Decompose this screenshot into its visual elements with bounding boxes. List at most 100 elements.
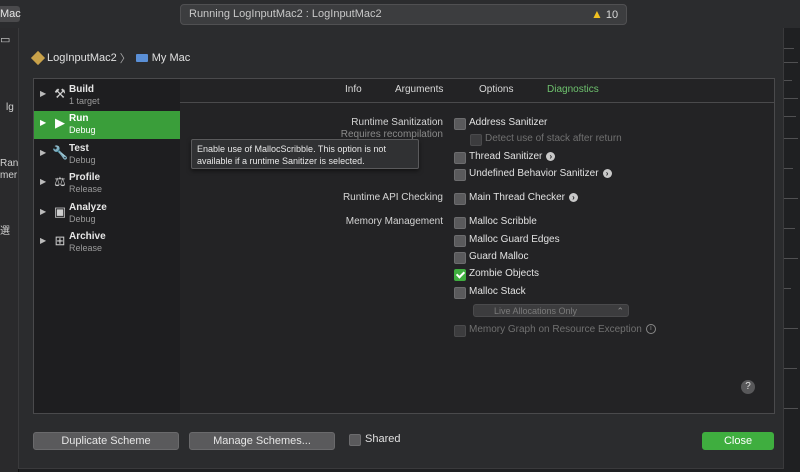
ub-sanitizer-row: Undefined Behavior Sanitizer › [469, 168, 612, 179]
memory-management-label: Memory Management [345, 216, 443, 227]
memory-graph-checkbox[interactable] [454, 325, 466, 337]
scheme-action-run[interactable]: ▶ ▶ Run Debug [34, 111, 181, 139]
malloc-stack-label: Malloc Stack [469, 286, 526, 297]
instruments-icon: ⚖ [54, 174, 66, 189]
scheme-action-profile[interactable]: ▶ ⚖ Profile Release [34, 170, 181, 198]
minimap [782, 28, 800, 472]
disclosure-triangle-icon[interactable]: ▶ [40, 177, 46, 186]
action-name: Build [69, 84, 94, 95]
address-sanitizer-label: Address Sanitizer [469, 117, 548, 128]
action-configuration: Release [69, 243, 103, 253]
memory-graph-label: Memory Graph on Resource Exception [469, 324, 642, 335]
warning-icon: ▲ [591, 7, 603, 21]
detect-stack-checkbox[interactable] [470, 134, 482, 146]
action-name: Analyze [69, 202, 107, 213]
malloc-scribble-label: Malloc Scribble [469, 216, 537, 227]
main-thread-checker-row: Main Thread Checker › [469, 192, 578, 203]
memory-graph-row: Memory Graph on Resource Exception i [469, 324, 656, 335]
scheme-mac-label[interactable]: Mac [0, 6, 21, 22]
arrow-right-circle-icon[interactable]: › [546, 151, 556, 161]
tab-arguments[interactable]: Arguments [395, 84, 443, 95]
manage-schemes-button[interactable]: Manage Schemes... [189, 432, 335, 450]
info-icon[interactable]: i [645, 324, 656, 335]
chevron-updown-icon: ⌃ [616, 306, 624, 316]
breadcrumb-device[interactable]: My Mac [152, 52, 191, 64]
disclosure-triangle-icon[interactable]: ▶ [40, 207, 46, 216]
guard-malloc-label: Guard Malloc [469, 251, 529, 262]
thread-sanitizer-label: Thread Sanitizer [469, 151, 543, 162]
chat-icon: ▭ [0, 34, 11, 46]
guard-malloc-checkbox[interactable] [454, 252, 466, 264]
action-name: Run [69, 113, 89, 124]
analyze-icon: ▣ [53, 204, 67, 219]
address-sanitizer-checkbox[interactable] [454, 118, 466, 130]
action-configuration: 1 target [69, 96, 100, 106]
activity-status-bar: Running LogInputMac2 : LogInputMac2 ▲ 10 [180, 4, 627, 25]
runtime-sanitization-label: Runtime Sanitization [351, 117, 443, 128]
ub-sanitizer-label: Undefined Behavior Sanitizer [469, 168, 599, 179]
wrench-icon: 🔧 [52, 145, 69, 160]
mac-icon [135, 54, 148, 62]
action-configuration: Release [69, 184, 103, 194]
scheme-action-archive[interactable]: ▶ ⊞ Archive Release [34, 229, 181, 257]
malloc-stack-checkbox[interactable] [454, 287, 466, 299]
main-thread-checker-checkbox[interactable] [454, 193, 466, 205]
archive-icon: ⊞ [54, 233, 66, 248]
action-name: Test [69, 143, 89, 154]
malloc-guard-edges-checkbox[interactable] [454, 235, 466, 247]
action-configuration: Debug [69, 214, 96, 224]
disclosure-triangle-icon[interactable]: ▶ [40, 118, 46, 127]
bg-fragment: mer [0, 170, 18, 181]
bg-fragment: lg [6, 102, 14, 113]
breadcrumb: LogInputMac2 〉 My Mac [30, 50, 191, 66]
breadcrumb-target[interactable]: LogInputMac2 [47, 52, 117, 64]
disclosure-triangle-icon[interactable]: ▶ [40, 148, 46, 157]
malloc-guard-edges-label: Malloc Guard Edges [469, 234, 560, 245]
tab-options[interactable]: Options [479, 84, 513, 95]
tab-diagnostics[interactable]: Diagnostics [547, 84, 599, 95]
bg-fragment: Ran [0, 158, 19, 169]
navigator-strip: ▭ lg Ran mer 選 [0, 28, 19, 472]
warning-count: 10 [605, 9, 619, 21]
status-text: Running LogInputMac2 : LogInputMac2 [189, 8, 382, 20]
ub-sanitizer-checkbox[interactable] [454, 169, 466, 181]
action-name: Archive [69, 231, 106, 242]
arrow-right-circle-icon[interactable]: › [602, 168, 612, 178]
target-icon [30, 50, 46, 66]
breadcrumb-separator: 〉 [119, 53, 131, 65]
malloc-scribble-checkbox[interactable] [454, 217, 466, 229]
disclosure-triangle-icon[interactable]: ▶ [40, 236, 46, 245]
runtime-api-checking-label: Runtime API Checking [342, 192, 443, 203]
help-button[interactable]: ? [741, 380, 755, 394]
thread-sanitizer-checkbox[interactable] [454, 152, 466, 164]
hammer-icon: ⚒ [54, 86, 66, 101]
tab-bar: Info Arguments Options Diagnostics [180, 79, 774, 103]
bg-fragment: 選 [0, 226, 10, 237]
main-thread-checker-label: Main Thread Checker [469, 192, 565, 203]
scheme-action-analyze[interactable]: ▶ ▣ Analyze Debug [34, 200, 181, 228]
close-button[interactable]: Close [702, 432, 774, 450]
tab-info[interactable]: Info [345, 84, 362, 95]
scheme-editor-sheet: LogInputMac2 〉 My Mac ▶ ⚒ Build 1 target ▶ ▶ Run… [18, 28, 784, 469]
action-configuration: Debug [69, 125, 96, 135]
shared-label: Shared [365, 433, 401, 445]
malloc-stack-mode-select[interactable]: Live Allocations Only ⌃ [473, 304, 629, 317]
warning-indicator[interactable]: ▲ 10 [591, 7, 618, 21]
arrow-right-circle-icon[interactable]: › [568, 192, 578, 202]
duplicate-scheme-button[interactable]: Duplicate Scheme [33, 432, 179, 450]
shared-checkbox[interactable] [349, 434, 361, 446]
tooltip: Enable use of MallocScribble. This optio… [191, 139, 419, 169]
scheme-action-build[interactable]: ▶ ⚒ Build 1 target [34, 82, 181, 110]
action-configuration: Debug [69, 155, 96, 165]
thread-sanitizer-row: Thread Sanitizer › [469, 151, 556, 162]
zombie-objects-label: Zombie Objects [469, 268, 540, 279]
disclosure-triangle-icon[interactable]: ▶ [40, 89, 46, 98]
action-name: Profile [69, 172, 101, 183]
action-detail-panel: Info Arguments Options Diagnostics Runti… [180, 78, 775, 414]
malloc-stack-mode-value: Live Allocations Only [494, 306, 578, 316]
detect-stack-label: Detect use of stack after return [485, 133, 622, 144]
scheme-actions-list: ▶ ⚒ Build 1 target ▶ ▶ Run Debug ▶ 🔧 Test Debug ▶ ⚖ Pr… [33, 78, 182, 414]
zombie-objects-checkbox[interactable] [454, 269, 466, 281]
play-icon: ▶ [55, 115, 65, 130]
scheme-action-test[interactable]: ▶ 🔧 Test Debug [34, 141, 181, 169]
